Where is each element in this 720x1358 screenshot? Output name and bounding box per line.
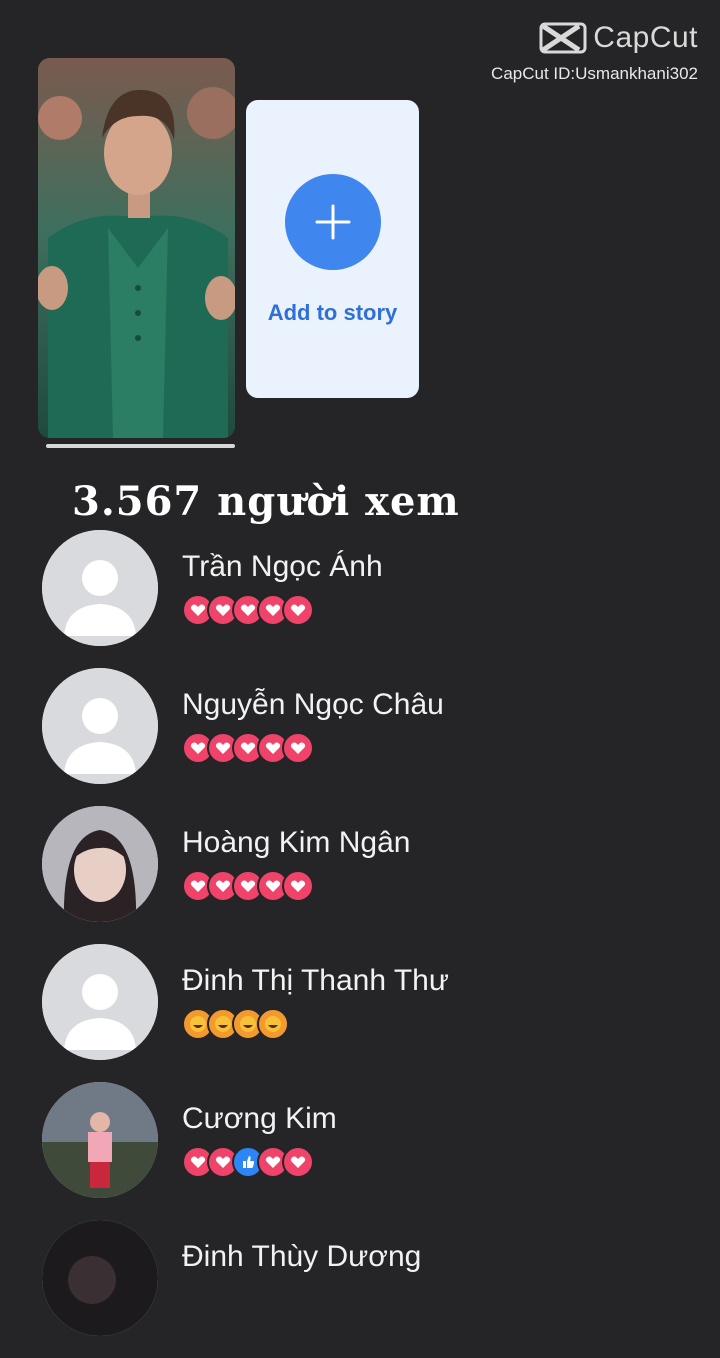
reaction-stack <box>182 1146 314 1178</box>
viewer-row[interactable]: Đinh Thùy Dương <box>42 1220 702 1358</box>
viewer-count: 3.567 người xem <box>72 478 460 525</box>
reaction-stack <box>182 1008 289 1040</box>
add-story-button[interactable] <box>284 174 381 270</box>
plus-icon <box>315 204 350 240</box>
love-reaction-icon <box>282 594 314 626</box>
capcut-id-text: CapCut ID:Usmankhani302 <box>491 64 698 83</box>
love-reaction-icon <box>282 870 314 902</box>
add-to-story-card[interactable]: Add to story <box>246 100 419 398</box>
story-thumbnail[interactable] <box>38 58 235 438</box>
viewer-row[interactable]: Trần Ngọc Ánh <box>42 530 702 668</box>
avatar[interactable] <box>42 1082 158 1198</box>
brand-name: CapCut <box>593 21 698 54</box>
add-to-story-label: Add to story <box>267 300 398 325</box>
viewer-row[interactable]: Đinh Thị Thanh Thư <box>42 944 702 1082</box>
viewer-row[interactable]: Cương Kim <box>42 1082 702 1220</box>
viewer-name[interactable]: Trần Ngọc Ánh <box>182 550 383 584</box>
avatar[interactable] <box>42 944 158 1060</box>
viewer-name[interactable]: Đinh Thùy Dương <box>182 1240 421 1274</box>
capcut-logo-icon <box>539 22 587 54</box>
story-progress-bar <box>46 444 235 448</box>
viewer-name[interactable]: Đinh Thị Thanh Thư <box>182 964 449 998</box>
avatar[interactable] <box>42 1220 158 1336</box>
avatar[interactable] <box>42 530 158 646</box>
reaction-stack <box>182 870 314 902</box>
viewer-name[interactable]: Hoàng Kim Ngân <box>182 826 410 860</box>
avatar[interactable] <box>42 668 158 784</box>
viewer-name[interactable]: Cương Kim <box>182 1102 337 1136</box>
viewer-row[interactable]: Hoàng Kim Ngân <box>42 806 702 944</box>
haha-reaction-icon <box>257 1008 289 1040</box>
love-reaction-icon <box>282 732 314 764</box>
viewer-row[interactable]: Nguyễn Ngọc Châu <box>42 668 702 806</box>
viewer-name[interactable]: Nguyễn Ngọc Châu <box>182 688 444 722</box>
viewer-list: Trần Ngọc Ánh Nguyễn Ngọc Châu Hoàng Kim N… <box>42 530 702 1358</box>
story-photo-image <box>38 58 235 438</box>
capcut-watermark: CapCut CapCut ID:Usmankhani302 <box>491 20 698 84</box>
avatar[interactable] <box>42 806 158 922</box>
brand-row: CapCut <box>491 20 698 56</box>
reaction-stack <box>182 594 314 626</box>
love-reaction-icon <box>282 1146 314 1178</box>
reaction-stack <box>182 732 314 764</box>
